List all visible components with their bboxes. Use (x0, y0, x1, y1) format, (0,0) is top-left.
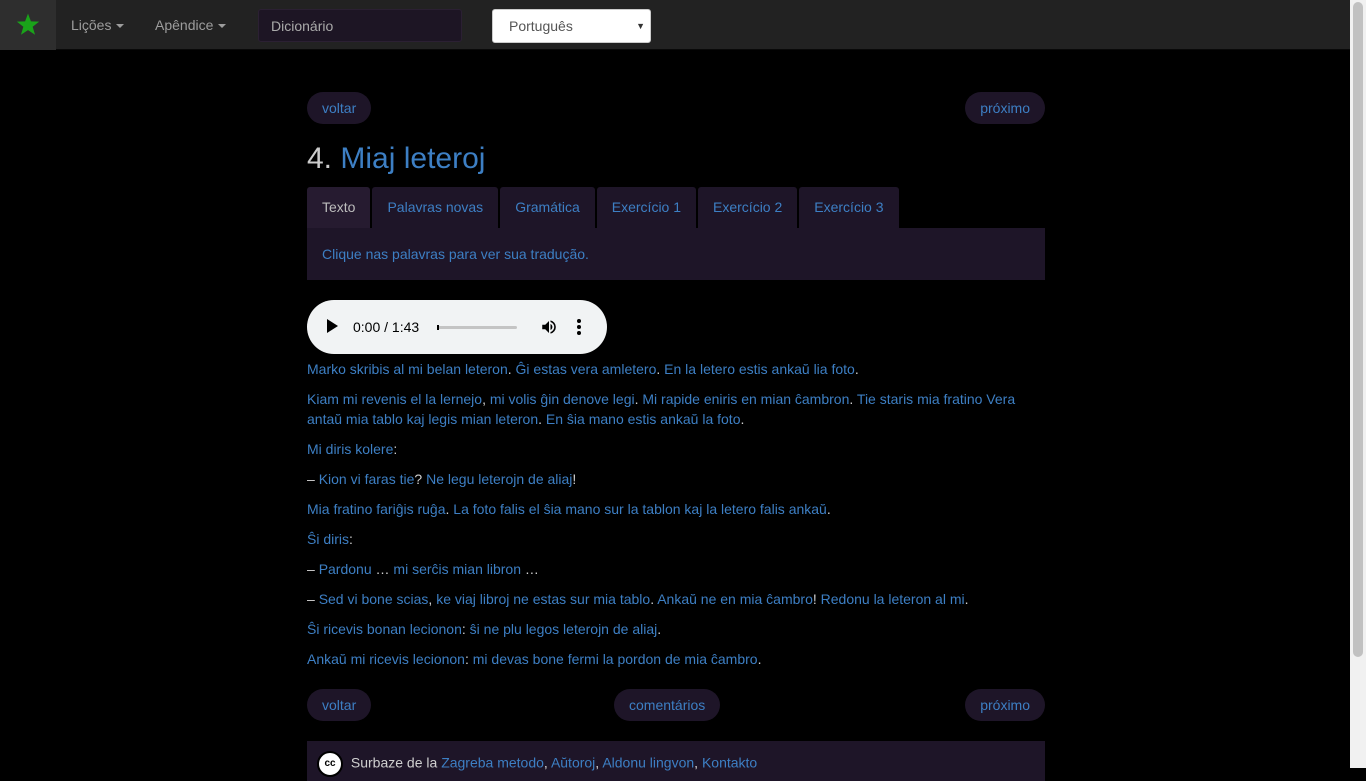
clickable-phrase[interactable]: mi devas bone fermi la pordon de mia ĉam… (473, 651, 758, 667)
caret-down-icon (116, 24, 125, 29)
clickable-phrase[interactable]: Pardonu (319, 561, 372, 577)
appendix-menu[interactable]: Apêndice (155, 0, 227, 50)
page-title: 4. Miaj leteroj (307, 142, 485, 176)
punctuation: . (826, 501, 831, 517)
dropdown-arrow-icon: ▼ (636, 21, 645, 31)
caret-down-icon (218, 24, 227, 29)
audio-time: 0:00 / 1:43 (353, 319, 420, 335)
audio-progress-slider[interactable] (437, 325, 517, 330)
lesson-number: 4. (307, 142, 333, 175)
tab-grammar[interactable]: Gramática (500, 187, 595, 228)
tab-new-words[interactable]: Palavras novas (372, 187, 499, 228)
clickable-phrase[interactable]: mi volis ĝin denove legi (490, 391, 635, 407)
clickable-phrase[interactable]: Redonu la leteron al mi (821, 591, 965, 607)
play-icon[interactable] (327, 319, 338, 333)
text-paragraph: – Sed vi bone scias, ke viaj libroj ne e… (307, 589, 1045, 609)
punctuation: ! (572, 471, 577, 487)
punctuation: , (482, 391, 490, 407)
punctuation: ? (414, 471, 427, 487)
punctuation: : (393, 441, 398, 457)
text-paragraph: Marko skribis al mi belan leteron. Ĝi es… (307, 359, 1045, 379)
clickable-phrase[interactable]: En ŝia mano estis ankaŭ la foto (546, 411, 741, 427)
punctuation: … (371, 561, 394, 577)
creative-commons-icon[interactable]: cc (317, 751, 343, 777)
lessons-menu-label: Lições (71, 17, 112, 33)
next-button-bottom[interactable]: próximo (965, 689, 1045, 721)
text-paragraph: Ŝi diris: (307, 529, 1045, 549)
lessons-menu[interactable]: Lições (71, 0, 125, 50)
prev-button-top[interactable]: voltar (307, 92, 372, 124)
clickable-phrase[interactable]: La foto falis el ŝia mano sur la tablon … (453, 501, 827, 517)
next-button-top[interactable]: próximo (965, 92, 1045, 124)
clickable-phrase[interactable]: Ankaŭ mi ricevis lecionon (307, 651, 465, 667)
lesson-text: Marko skribis al mi belan leteron. Ĝi es… (307, 359, 1045, 679)
footer-link-authors[interactable]: Aŭtoroj (551, 755, 595, 771)
footer-link-contact[interactable]: Kontakto (702, 755, 757, 771)
punctuation: . (964, 591, 969, 607)
clickable-phrase[interactable]: Sed vi bone scias (319, 591, 429, 607)
clickable-phrase[interactable]: Ŝi ricevis bonan lecionon (307, 621, 462, 637)
clickable-phrase[interactable]: Kiam mi revenis el la lernejo (307, 391, 482, 407)
clickable-phrase[interactable]: Marko skribis al mi belan leteron (307, 361, 508, 377)
clickable-phrase[interactable]: ŝi ne plu legos leterojn de aliaj (470, 621, 658, 637)
lesson-tabs: Texto Palavras novas Gramática Exercício… (307, 187, 901, 228)
appendix-menu-label: Apêndice (155, 17, 214, 33)
punctuation: : (349, 531, 353, 547)
punctuation: – (307, 591, 319, 607)
language-select-value: Português (509, 18, 573, 34)
tab-text[interactable]: Texto (307, 187, 371, 228)
tab-exercise-3[interactable]: Exercício 3 (799, 187, 899, 228)
clickable-phrase[interactable]: En la letero estis ankaŭ lia foto (664, 361, 855, 377)
tab-exercise-1[interactable]: Exercício 1 (596, 187, 697, 228)
punctuation: . (757, 651, 762, 667)
language-select[interactable]: Português ▼ (492, 9, 651, 43)
translation-hint: Clique nas palavras para ver sua traduçã… (307, 228, 1045, 280)
tab-exercise-2[interactable]: Exercício 2 (698, 187, 798, 228)
footer-prefix: Surbaze de la (350, 754, 438, 771)
clickable-phrase[interactable]: Mi diris kolere (307, 441, 393, 457)
home-star-icon[interactable] (0, 0, 56, 50)
page-scrollbar[interactable] (1350, 0, 1366, 768)
clickable-phrase[interactable]: mi serĉis mian libron (393, 561, 521, 577)
clickable-phrase[interactable]: Ĝi estas vera amletero (516, 361, 657, 377)
text-paragraph: – Kion vi faras tie? Ne legu leterojn de… (307, 469, 1045, 489)
text-paragraph: – Pardonu … mi serĉis mian libron … (307, 559, 1045, 579)
punctuation: . (740, 411, 745, 427)
punctuation: ! (812, 591, 821, 607)
footer-link-add-language[interactable]: Aldonu lingvon (602, 755, 694, 771)
audio-progress-knob[interactable] (437, 325, 439, 330)
footer: cc Surbaze de la Zagreba metodo, Aŭtoroj… (307, 741, 1045, 781)
prev-button-bottom[interactable]: voltar (307, 689, 372, 721)
punctuation: … (521, 561, 539, 577)
more-options-icon[interactable] (575, 318, 583, 336)
lesson-title[interactable]: Miaj leteroj (340, 142, 485, 175)
volume-icon[interactable] (540, 318, 558, 339)
comments-button[interactable]: comentários (614, 689, 721, 721)
text-paragraph: Ankaŭ mi ricevis lecionon: mi devas bone… (307, 649, 1045, 669)
clickable-phrase[interactable]: Ŝi diris (307, 531, 349, 547)
text-paragraph: Mi diris kolere: (307, 439, 1045, 459)
punctuation: – (307, 561, 319, 577)
text-paragraph: Ŝi ricevis bonan lecionon: ŝi ne plu leg… (307, 619, 1045, 639)
punctuation: . (657, 621, 662, 637)
clickable-phrase[interactable]: Ne legu leterojn de aliaj (426, 471, 572, 487)
punctuation: . (634, 391, 639, 407)
punctuation: : (461, 621, 470, 637)
punctuation: : (464, 651, 473, 667)
punctuation: . (854, 361, 859, 377)
clickable-phrase[interactable]: Mia fratino fariĝis ruĝa (307, 501, 446, 517)
audio-player: 0:00 / 1:43 (307, 300, 607, 354)
clickable-phrase[interactable]: Kion vi faras tie (319, 471, 415, 487)
text-paragraph: Kiam mi revenis el la lernejo, mi volis … (307, 389, 1045, 429)
punctuation: – (307, 471, 319, 487)
footer-link-zagreba-metodo[interactable]: Zagreba metodo (441, 755, 544, 771)
clickable-phrase[interactable]: ke viaj libroj ne estas sur mia tablo (436, 591, 650, 607)
scrollbar-thumb[interactable] (1353, 2, 1363, 657)
dictionary-search-input[interactable] (258, 9, 462, 42)
clickable-phrase[interactable]: Mi rapide eniris en mian ĉambron (642, 391, 849, 407)
navbar: Lições Apêndice Português ▼ (0, 0, 1350, 50)
clickable-phrase[interactable]: Ankaŭ ne en mia ĉambro (657, 591, 813, 607)
text-paragraph: Mia fratino fariĝis ruĝa. La foto falis … (307, 499, 1045, 519)
